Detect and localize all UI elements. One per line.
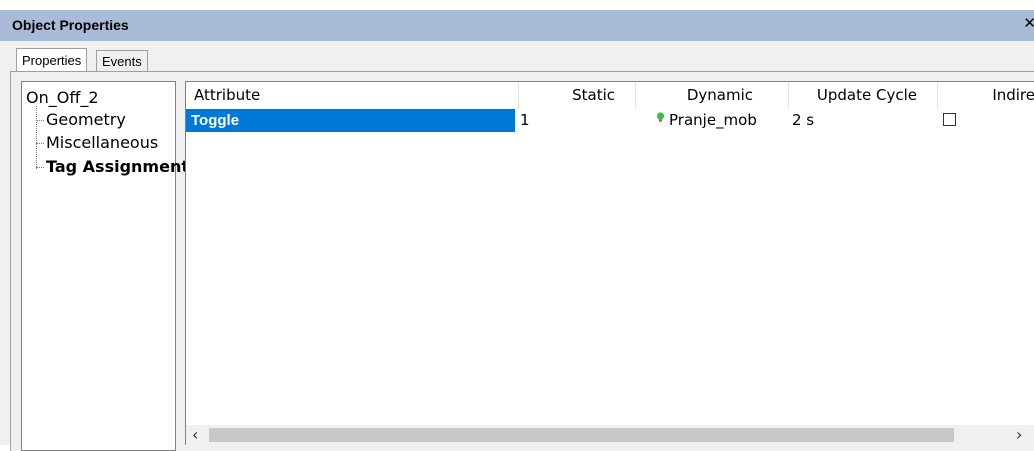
horizontal-scrollbar[interactable]: ‹ › (186, 425, 1034, 445)
scrollbar-thumb[interactable] (209, 428, 954, 442)
tree-item-geometry[interactable]: Geometry (36, 110, 126, 129)
indirect-checkbox[interactable] (943, 113, 956, 126)
cell-static-value[interactable]: 1 (520, 109, 530, 132)
cell-update-cycle[interactable]: 2 s (792, 109, 814, 132)
tree-item-label: Miscellaneous (46, 133, 159, 152)
column-header-indirect[interactable]: Indire (938, 82, 1034, 109)
scroll-left-icon[interactable]: ‹ (192, 425, 198, 445)
close-icon[interactable]: ✕ (1023, 14, 1034, 32)
tree-item-label: Tag Assignment (46, 157, 189, 176)
column-header-update-cycle[interactable]: Update Cycle (789, 82, 938, 109)
scroll-right-icon[interactable]: › (1016, 425, 1022, 445)
cell-attribute-toggle[interactable]: Toggle (186, 109, 515, 132)
cell-dynamic-tag[interactable]: Pranje_mob (656, 109, 757, 132)
column-header-dynamic[interactable]: Dynamic (636, 82, 789, 109)
window-title: Object Properties (12, 17, 129, 33)
tree-item-tag-assignment[interactable]: Tag Assignment (36, 157, 189, 176)
tree-item-miscellaneous[interactable]: Miscellaneous (36, 133, 158, 152)
tab-properties[interactable]: Properties (16, 48, 88, 72)
tree-root-on-off-2[interactable]: On_Off_2 (26, 88, 99, 107)
column-header-attribute[interactable]: Attribute (186, 82, 519, 109)
object-tree: On_Off_2 Geometry Miscellaneous Tag Assi… (21, 81, 189, 451)
tree-item-label: Geometry (46, 110, 126, 129)
title-bar: Object Properties ✕ (0, 10, 1034, 41)
tab-events[interactable]: Events (96, 50, 148, 72)
column-header-static[interactable]: Static (519, 82, 636, 109)
lightbulb-icon (656, 112, 665, 122)
attribute-grid: Attribute Static Dynamic Update Cycle In… (185, 81, 1034, 445)
cell-dynamic-tag-label: Pranje_mob (669, 111, 757, 129)
